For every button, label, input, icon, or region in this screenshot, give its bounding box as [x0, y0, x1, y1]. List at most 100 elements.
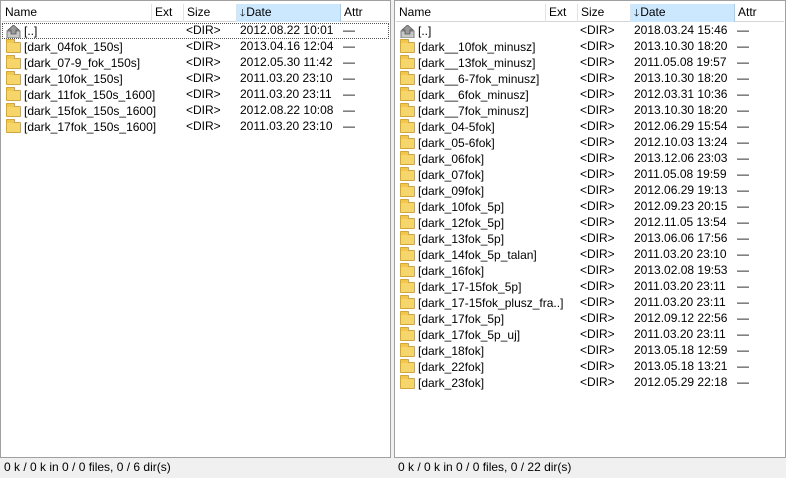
row-attr-cell: — [343, 55, 355, 69]
row-size-cell: <DIR> [580, 295, 615, 309]
row-size-cell: <DIR> [580, 183, 615, 197]
folder-row[interactable]: [dark_05-6fok] <DIR> 2012.10.03 13:24 — [396, 135, 784, 151]
row-name-text: [dark_05-6fok] [418, 135, 495, 150]
right-header-ext[interactable]: Ext [546, 4, 578, 22]
folder-row[interactable]: [dark_04-5fok] <DIR> 2012.06.29 15:54 — [396, 119, 784, 135]
row-name-text: [dark_22fok] [418, 359, 485, 374]
row-size-cell: <DIR> [580, 215, 615, 229]
folder-row[interactable]: [dark__6-7fok_minusz] <DIR> 2013.10.30 18:… [396, 71, 784, 87]
row-name-text: [dark__6-7fok_minusz] [418, 71, 540, 86]
row-name-cell: [dark_10fok_150s] [5, 71, 181, 87]
left-header-size[interactable]: Size [184, 4, 237, 22]
folder-icon [6, 87, 21, 101]
row-size-cell: <DIR> [580, 71, 615, 85]
folder-row[interactable]: [dark_10fok_5p] <DIR> 2012.09.23 20:15 — [396, 199, 784, 215]
right-header-attr[interactable]: Attr [735, 4, 785, 22]
row-attr-cell: — [737, 311, 749, 325]
left-header-ext[interactable]: Ext [152, 4, 184, 22]
row-name-text: [dark_14fok_5p_talan] [418, 247, 537, 262]
folder-row[interactable]: [dark_11fok_150s_1600] <DIR> 2011.03.20 23… [2, 87, 389, 103]
left-header-name[interactable]: Name [2, 4, 152, 22]
row-attr-cell: — [737, 39, 749, 53]
row-date-cell: 2012.09.23 20:15 [634, 199, 728, 213]
row-name-cell: [dark_17fok_5p] [399, 311, 575, 327]
row-name-text: [dark_13fok_5p] [418, 231, 505, 246]
row-attr-cell: — [737, 359, 749, 373]
row-name-cell: [dark__13fok_minusz] [399, 55, 575, 71]
folder-row[interactable]: [dark_17-15fok_plusz_fra..] <DIR> 2011.03.… [396, 295, 784, 311]
row-size-cell: <DIR> [580, 311, 615, 325]
row-name-text: [dark_10fok_5p] [418, 199, 505, 214]
row-date-cell: 2012.06.29 15:54 [634, 119, 728, 133]
folder-icon [400, 247, 415, 261]
right-header-size[interactable]: Size [578, 4, 631, 22]
folder-row[interactable]: [dark_17-15fok_5p] <DIR> 2011.03.20 23:11 — [396, 279, 784, 295]
up-arrow-icon [6, 23, 21, 38]
row-date-cell: 2013.04.16 12:04 [240, 39, 334, 53]
row-name-cell: [dark_07-9_fok_150s] [5, 55, 181, 71]
row-size-cell: <DIR> [580, 55, 615, 69]
row-date-cell: 2012.10.03 13:24 [634, 135, 728, 149]
folder-row[interactable]: [dark_06fok] <DIR> 2013.12.06 23:03 — [396, 151, 784, 167]
row-date-cell: 2012.08.22 10:08 [240, 103, 334, 117]
folder-row[interactable]: [dark__10fok_minusz] <DIR> 2013.10.30 18:2… [396, 39, 784, 55]
row-name-cell: [dark_11fok_150s_1600] [5, 87, 181, 103]
folder-row[interactable]: [dark_07fok] <DIR> 2011.05.08 19:59 — [396, 167, 784, 183]
folder-row[interactable]: [dark_13fok_5p] <DIR> 2013.06.06 17:56 — [396, 231, 784, 247]
folder-icon [400, 263, 415, 277]
row-name-cell: [dark__6-7fok_minusz] [399, 71, 575, 87]
parent-dir-row[interactable]: [..] <DIR> 2012.08.22 10:01 — [2, 23, 389, 39]
parent-dir-row[interactable]: [..] <DIR> 2018.03.24 15:46 — [396, 23, 784, 39]
folder-row[interactable]: [dark_10fok_150s] <DIR> 2011.03.20 23:10 — [2, 71, 389, 87]
folder-row[interactable]: [dark__13fok_minusz] <DIR> 2011.05.08 19:5… [396, 55, 784, 71]
row-size-cell: <DIR> [186, 39, 221, 53]
right-header-date[interactable]: 🡓Date [631, 4, 735, 22]
folder-icon [400, 55, 415, 69]
row-attr-cell: — [343, 87, 355, 101]
folder-row[interactable]: [dark_04fok_150s] <DIR> 2013.04.16 12:04 — [2, 39, 389, 55]
folder-icon [6, 103, 21, 117]
right-header-name[interactable]: Name [396, 4, 546, 22]
folder-row[interactable]: [dark_16fok] <DIR> 2013.02.08 19:53 — [396, 263, 784, 279]
row-attr-cell: — [737, 71, 749, 85]
row-name-cell: [dark_09fok] [399, 183, 575, 199]
folder-row[interactable]: [dark_14fok_5p_talan] <DIR> 2011.03.20 23:… [396, 247, 784, 263]
right-file-panel[interactable]: Name Ext Size 🡓Date Attr [..] <DIR> 2018.0… [394, 0, 786, 458]
row-attr-cell: — [737, 151, 749, 165]
folder-row[interactable]: [dark_09fok] <DIR> 2012.06.29 19:13 — [396, 183, 784, 199]
folder-icon [400, 231, 415, 245]
row-size-cell: <DIR> [580, 359, 615, 373]
row-name-cell: [dark_04-5fok] [399, 119, 575, 135]
folder-row[interactable]: [dark_18fok] <DIR> 2013.05.18 12:59 — [396, 343, 784, 359]
folder-row[interactable]: [dark_07-9_fok_150s] <DIR> 2012.05.30 11:4… [2, 55, 389, 71]
folder-row[interactable]: [dark_17fok_150s_1600] <DIR> 2011.03.20 23… [2, 119, 389, 135]
folder-row[interactable]: [dark__6fok_minusz] <DIR> 2012.03.31 10:36… [396, 87, 784, 103]
row-name-text: [..] [24, 23, 38, 38]
sort-down-arrow-icon: 🡓 [240, 8, 246, 19]
folder-icon [400, 199, 415, 213]
left-file-panel[interactable]: Name Ext Size 🡓Date Attr [..] <DIR> 2012.0… [0, 0, 391, 458]
row-name-text: [dark_06fok] [418, 151, 485, 166]
folder-row[interactable]: [dark_17fok_5p_uj] <DIR> 2011.03.20 23:11 — [396, 327, 784, 343]
row-date-cell: 2011.03.20 23:11 [634, 327, 726, 341]
folder-row[interactable]: [dark_17fok_5p] <DIR> 2012.09.12 22:56 — [396, 311, 784, 327]
row-date-cell: 2012.11.05 13:54 [634, 215, 727, 229]
folder-row[interactable]: [dark__7fok_minusz] <DIR> 2013.10.30 18:20… [396, 103, 784, 119]
row-attr-cell: — [737, 231, 749, 245]
folder-icon [400, 87, 415, 101]
folder-icon [400, 167, 415, 181]
row-size-cell: <DIR> [186, 71, 221, 85]
folder-row[interactable]: [dark_22fok] <DIR> 2013.05.18 13:21 — [396, 359, 784, 375]
row-attr-cell: — [343, 103, 355, 117]
row-size-cell: <DIR> [580, 279, 615, 293]
row-name-text: [dark__7fok_minusz] [418, 103, 529, 118]
row-name-cell: [dark_17-15fok_plusz_fra..] [399, 295, 575, 311]
folder-row[interactable]: [dark_23fok] <DIR> 2012.05.29 22:18 — [396, 375, 784, 391]
folder-row[interactable]: [dark_12fok_5p] <DIR> 2012.11.05 13:54 — [396, 215, 784, 231]
row-name-text: [dark__6fok_minusz] [418, 87, 529, 102]
folder-row[interactable]: [dark_15fok_150s_1600] <DIR> 2012.08.22 10… [2, 103, 389, 119]
left-header-date[interactable]: 🡓Date [237, 4, 341, 22]
row-size-cell: <DIR> [580, 103, 615, 117]
row-size-cell: <DIR> [580, 327, 615, 341]
left-header-attr[interactable]: Attr [341, 4, 390, 22]
